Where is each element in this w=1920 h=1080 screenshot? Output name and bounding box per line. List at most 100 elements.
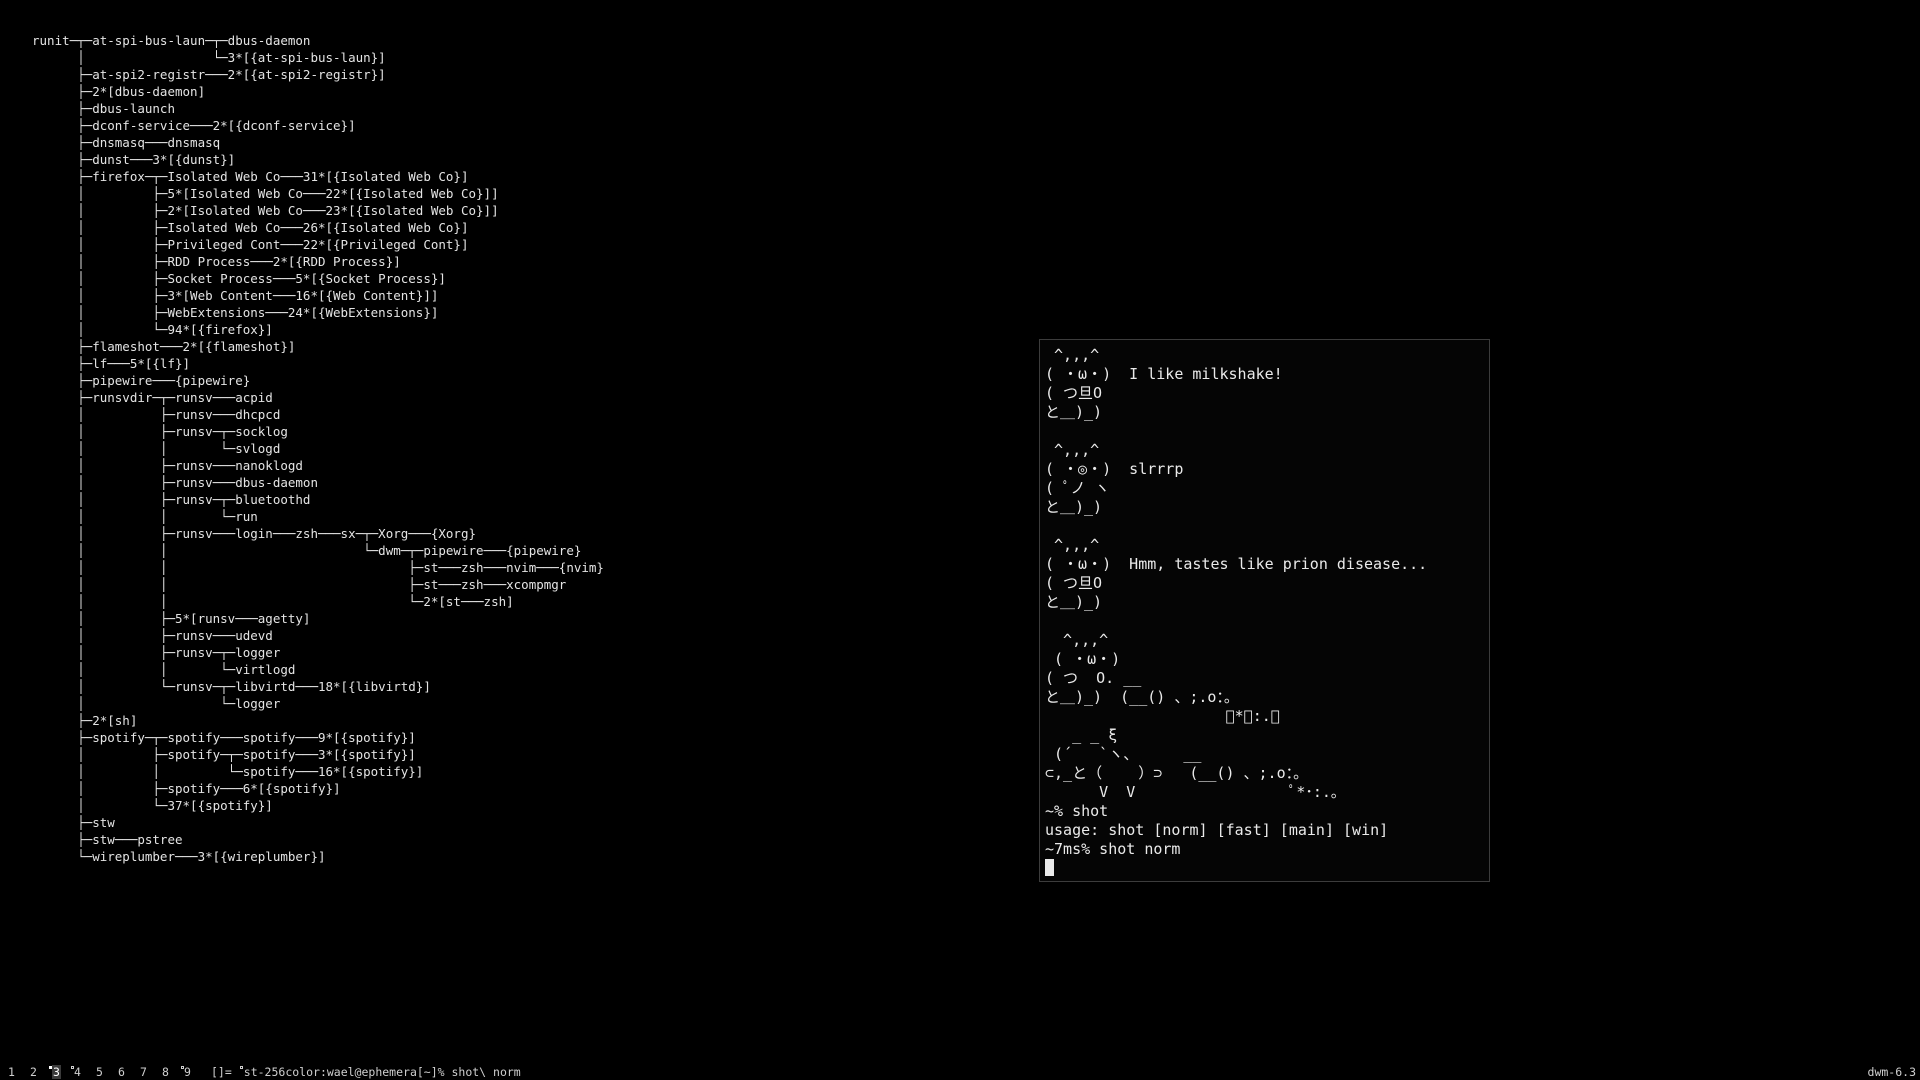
terminal-line: ~7ms% shot norm bbox=[1045, 840, 1181, 858]
pstree-line: │ │ ├─st───zsh───xcompmgr bbox=[32, 577, 567, 592]
pstree-line: │ │ └─dwm─┬─pipewire───{pipewire} bbox=[32, 543, 582, 558]
pstree-line: ├─stw───pstree bbox=[32, 832, 183, 847]
pstree-line: ├─stw bbox=[32, 815, 115, 830]
pstree-line: ├─flameshot───2*[{flameshot}] bbox=[32, 339, 296, 354]
terminal-line: と＿)_) bbox=[1045, 593, 1103, 611]
dwm-bar: 1 2 34 5 6 7 8 9 []= st-256color:wael@ephemera[… bbox=[0, 1064, 1920, 1080]
tag-1[interactable]: 1 bbox=[5, 1064, 27, 1080]
tag-label: 2 bbox=[30, 1065, 37, 1079]
pstree-line: ├─spotify─┬─spotify───spotify───9*[{spot… bbox=[32, 730, 416, 745]
tag-label: 7 bbox=[140, 1065, 147, 1079]
pstree-line: │ ├─runsv───nanoklogd bbox=[32, 458, 303, 473]
window-title-wrap: st-256color:wael@ephemera[~]% shot\ norm bbox=[239, 1064, 521, 1080]
pstree-line: │ │ └─virtlogd bbox=[32, 662, 296, 677]
layout-symbol[interactable]: []= bbox=[211, 1064, 232, 1080]
pstree-line: │ ├─spotify───6*[{spotify}] bbox=[32, 781, 341, 796]
terminal-line: ( ・ω・) Hmm, tastes like prion disease... bbox=[1045, 555, 1428, 573]
pstree-line: ├─2*[sh] bbox=[32, 713, 138, 728]
tag-label: 5 bbox=[96, 1065, 103, 1079]
terminal-line: ( つ旦O bbox=[1045, 574, 1103, 592]
pstree-line: │ └─runsv─┬─libvirtd───18*[{libvirtd}] bbox=[32, 679, 431, 694]
tag-9[interactable]: 9 bbox=[181, 1064, 203, 1080]
tag-6[interactable]: 6 bbox=[115, 1064, 137, 1080]
tag-label: 6 bbox=[118, 1065, 125, 1079]
desktop: runit─┬─at-spi-bus-laun─┬─dbus-daemon │ … bbox=[0, 0, 1920, 1064]
pstree-line: │ └─logger bbox=[32, 696, 281, 711]
pstree-line: │ ├─3*[Web Content───16*[{Web Content}]] bbox=[32, 288, 439, 303]
pstree-line: ├─firefox─┬─Isolated Web Co───31*[{Isola… bbox=[32, 169, 469, 184]
tag-7[interactable]: 7 bbox=[137, 1064, 159, 1080]
pstree-line: │ │ ├─st───zsh───nvim───{nvim} bbox=[32, 560, 604, 575]
pstree-line: │ ├─runsv─┬─socklog bbox=[32, 424, 288, 439]
terminal-line: ^,,,^ bbox=[1054, 441, 1100, 459]
pstree-line: ├─at-spi2-registr───2*[{at-spi2-registr}… bbox=[32, 67, 386, 82]
floating-indicator-icon bbox=[239, 1066, 243, 1069]
terminal-line: ^,,,^ bbox=[1063, 631, 1109, 649]
pstree-line: │ ├─runsv───dbus-daemon bbox=[32, 475, 318, 490]
tag-8[interactable]: 8 bbox=[159, 1064, 181, 1080]
terminal-line: _ _ ξ bbox=[1072, 726, 1118, 744]
pstree-line: ├─dbus-launch bbox=[32, 101, 175, 116]
pstree-line: │ ├─5*[Isolated Web Co───22*[{Isolated W… bbox=[32, 186, 499, 201]
pstree-line: │ ├─spotify─┬─spotify───3*[{spotify}] bbox=[32, 747, 416, 762]
terminal-line: ( ・ω・) bbox=[1054, 650, 1121, 668]
terminal-line: ⊂,_と（ ）⊃ (__() 、;.o：。 bbox=[1045, 764, 1309, 782]
status-text: dwm-6.3 bbox=[1867, 1065, 1916, 1079]
tag-5[interactable]: 5 bbox=[93, 1064, 115, 1080]
terminal-line: ^,,,^ bbox=[1054, 346, 1100, 364]
terminal-line: (´ `ヽ、 __ bbox=[1054, 745, 1202, 763]
pstree-line: ├─2*[dbus-daemon] bbox=[32, 84, 206, 99]
pstree-line: ├─dconf-service───2*[{dconf-service}] bbox=[32, 118, 356, 133]
pstree-line: │ ├─runsv───dhcpcd bbox=[32, 407, 281, 422]
tag-4[interactable]: 4 bbox=[71, 1064, 93, 1080]
terminal-line: ( つ O. __ bbox=[1045, 669, 1142, 687]
pstree-line: │ ├─RDD Process───2*[{RDD Process}] bbox=[32, 254, 401, 269]
pstree-line: │ │ └─spotify───16*[{spotify}] bbox=[32, 764, 424, 779]
pstree-line: │ ├─Isolated Web Co───26*[{Isolated Web … bbox=[32, 220, 469, 235]
terminal-line: と＿)_) bbox=[1045, 403, 1103, 421]
terminal-line: ( つ旦O bbox=[1045, 384, 1103, 402]
tag-label: 8 bbox=[162, 1065, 169, 1079]
terminal-line: ^,,,^ bbox=[1054, 536, 1100, 554]
pstree-line: │ │ └─run bbox=[32, 509, 258, 524]
terminal-line: と＿)_) (__() 、;.o：。 bbox=[1045, 688, 1239, 706]
pstree-line: │ └─94*[{firefox}] bbox=[32, 322, 273, 337]
terminal-line: ( ・ω・) I like milkshake! bbox=[1045, 365, 1283, 383]
pstree-line: ├─runsvdir─┬─runsv───acpid bbox=[32, 390, 273, 405]
terminal-window[interactable]: ^,,,^ ( ・ω・) I like milkshake! ( つ旦O と＿)… bbox=[1039, 339, 1490, 882]
tag-occupied-indicator-icon bbox=[49, 1066, 52, 1069]
tag-2[interactable]: 2 bbox=[27, 1064, 49, 1080]
pstree-line: │ ├─Socket Process───5*[{Socket Process}… bbox=[32, 271, 446, 286]
terminal-output[interactable]: ^,,,^ ( ・ω・) I like milkshake! ( つ旦O と＿)… bbox=[1045, 346, 1427, 878]
terminal-line: と＿)_) bbox=[1045, 498, 1103, 516]
terminal-line: ~% shot bbox=[1045, 802, 1109, 820]
pstree-line: ├─dnsmasq───dnsmasq bbox=[32, 135, 221, 150]
pstree-line: └─wireplumber───3*[{wireplumber}] bbox=[32, 849, 326, 864]
terminal-line: ( ・◎・) slrrrp bbox=[1045, 460, 1184, 478]
pstree-line: │ ├─WebExtensions───24*[{WebExtensions}] bbox=[32, 305, 439, 320]
tag-occupied-indicator-icon bbox=[181, 1066, 184, 1069]
pstree-line: │ ├─runsv───udevd bbox=[32, 628, 273, 643]
pstree-line: │ ├─runsv───login───zsh───sx─┬─Xorg───{X… bbox=[32, 526, 477, 541]
window-title: st-256color:wael@ephemera[~]% shot\ norm bbox=[243, 1065, 521, 1079]
pstree-line: │ │ └─2*[st───zsh] bbox=[32, 594, 514, 609]
tag-label: 3 bbox=[52, 1065, 61, 1079]
terminal-line: V V ﾟ*･:.｡ bbox=[1099, 783, 1339, 801]
pstree-line: │ ├─runsv─┬─bluetoothd bbox=[32, 492, 311, 507]
pstree-line: runit─┬─at-spi-bus-laun─┬─dbus-daemon bbox=[32, 33, 311, 48]
pstree-line: ├─pipewire───{pipewire} bbox=[32, 373, 251, 388]
pstree-line: │ │ └─svlogd bbox=[32, 441, 281, 456]
pstree-line: │ ├─5*[runsv───agetty] bbox=[32, 611, 311, 626]
pstree-line: │ └─37*[{spotify}] bbox=[32, 798, 273, 813]
tag-label: 1 bbox=[8, 1065, 15, 1079]
terminal-line: usage: shot [norm] [fast] [main] [win] bbox=[1045, 821, 1389, 839]
tag-3[interactable]: 3 bbox=[49, 1064, 71, 1080]
pstree-line: ├─lf───5*[{lf}] bbox=[32, 356, 191, 371]
tag-label: 4 bbox=[74, 1065, 81, 1079]
terminal-line: ﾟ*･:.｡ bbox=[1216, 707, 1280, 725]
terminal-cursor bbox=[1045, 859, 1054, 876]
tag-label: 9 bbox=[184, 1065, 191, 1079]
tag-occupied-indicator-icon bbox=[71, 1066, 74, 1069]
tag-list: 1 2 34 5 6 7 8 9 bbox=[0, 1064, 203, 1080]
pstree-line: │ ├─Privileged Cont───22*[{Privileged Co… bbox=[32, 237, 469, 252]
